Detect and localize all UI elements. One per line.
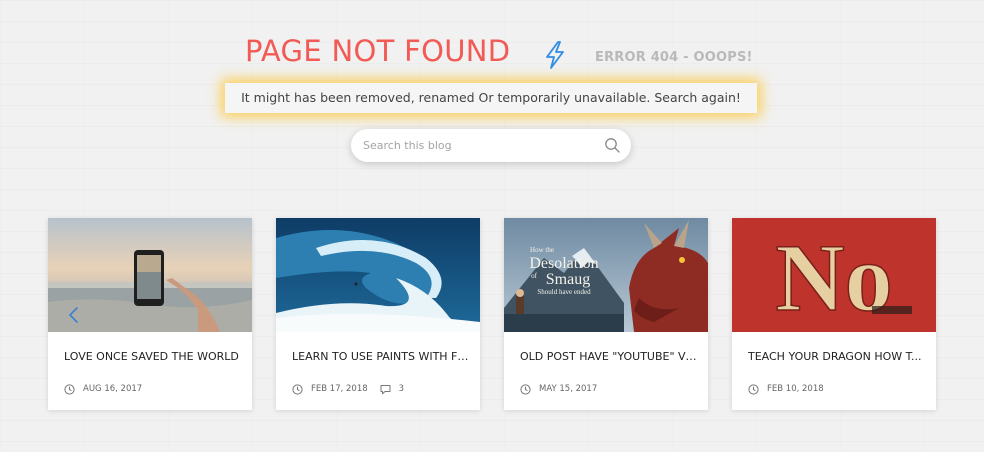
post-date: FEB 10, 2018 (767, 384, 824, 394)
comment-icon (380, 384, 391, 394)
post-meta: AUG 16, 2017 (64, 382, 142, 396)
post-card[interactable]: How the Desolation of Smaug Should have … (504, 218, 708, 410)
post-thumbnail-desolation-of-smaug[interactable]: How the Desolation of Smaug Should have … (504, 218, 708, 332)
post-title[interactable]: TEACH YOUR DRAGON HOW T... (748, 350, 926, 363)
thumb-text-line2: Desolation (529, 255, 598, 272)
post-meta: MAY 15, 2017 (520, 382, 597, 396)
thumb-no-sign: No (775, 224, 892, 331)
clock-icon (292, 383, 303, 395)
thumb-text-line3: of (531, 272, 538, 280)
thumb-text-line1: How the (530, 246, 554, 254)
comment-count: 3 (398, 384, 405, 394)
not-found-notice: It might has been removed, renamed Or te… (225, 83, 757, 113)
thumb-text-line5: Should have ended (537, 288, 591, 296)
post-date: AUG 16, 2017 (83, 384, 143, 394)
clock-icon (748, 383, 759, 395)
clock-icon (520, 383, 531, 395)
post-meta: FEB 10, 2018 (748, 382, 824, 396)
clock-icon (64, 383, 75, 395)
thumb-text-line4: Smaug (546, 271, 590, 288)
post-card[interactable]: No TEACH YOUR DRAGON HOW T... FEB 10, 20… (732, 218, 936, 410)
post-date: FEB 17, 2018 (311, 384, 368, 394)
page-title: PAGE NOT FOUND (245, 34, 511, 68)
post-meta: FEB 17, 2018 3 (292, 382, 404, 396)
post-title[interactable]: LOVE ONCE SAVED THE WORLD (64, 350, 242, 363)
chevron-left-icon[interactable] (66, 306, 82, 324)
post-title[interactable]: OLD POST HAVE "YOUTUBE" VI... (520, 350, 698, 363)
search-bar (351, 129, 631, 162)
post-card[interactable]: LEARN TO USE PAINTS WITH FE... FEB 17, 2… (276, 218, 480, 410)
header: PAGE NOT FOUND ERROR 404 - OOOPS! (0, 32, 984, 72)
post-title[interactable]: LEARN TO USE PAINTS WITH FE... (292, 350, 470, 363)
post-thumbnail-no-sign[interactable]: No (732, 218, 936, 332)
post-date: MAY 15, 2017 (539, 384, 598, 394)
post-thumbnail-surfer-wave[interactable] (276, 218, 480, 332)
search-icon[interactable] (604, 137, 621, 154)
error-code-text: ERROR 404 - OOOPS! (595, 50, 753, 65)
post-comments[interactable]: 3 (380, 384, 404, 395)
lightning-bolt-icon (546, 41, 564, 69)
search-input[interactable] (363, 129, 593, 162)
